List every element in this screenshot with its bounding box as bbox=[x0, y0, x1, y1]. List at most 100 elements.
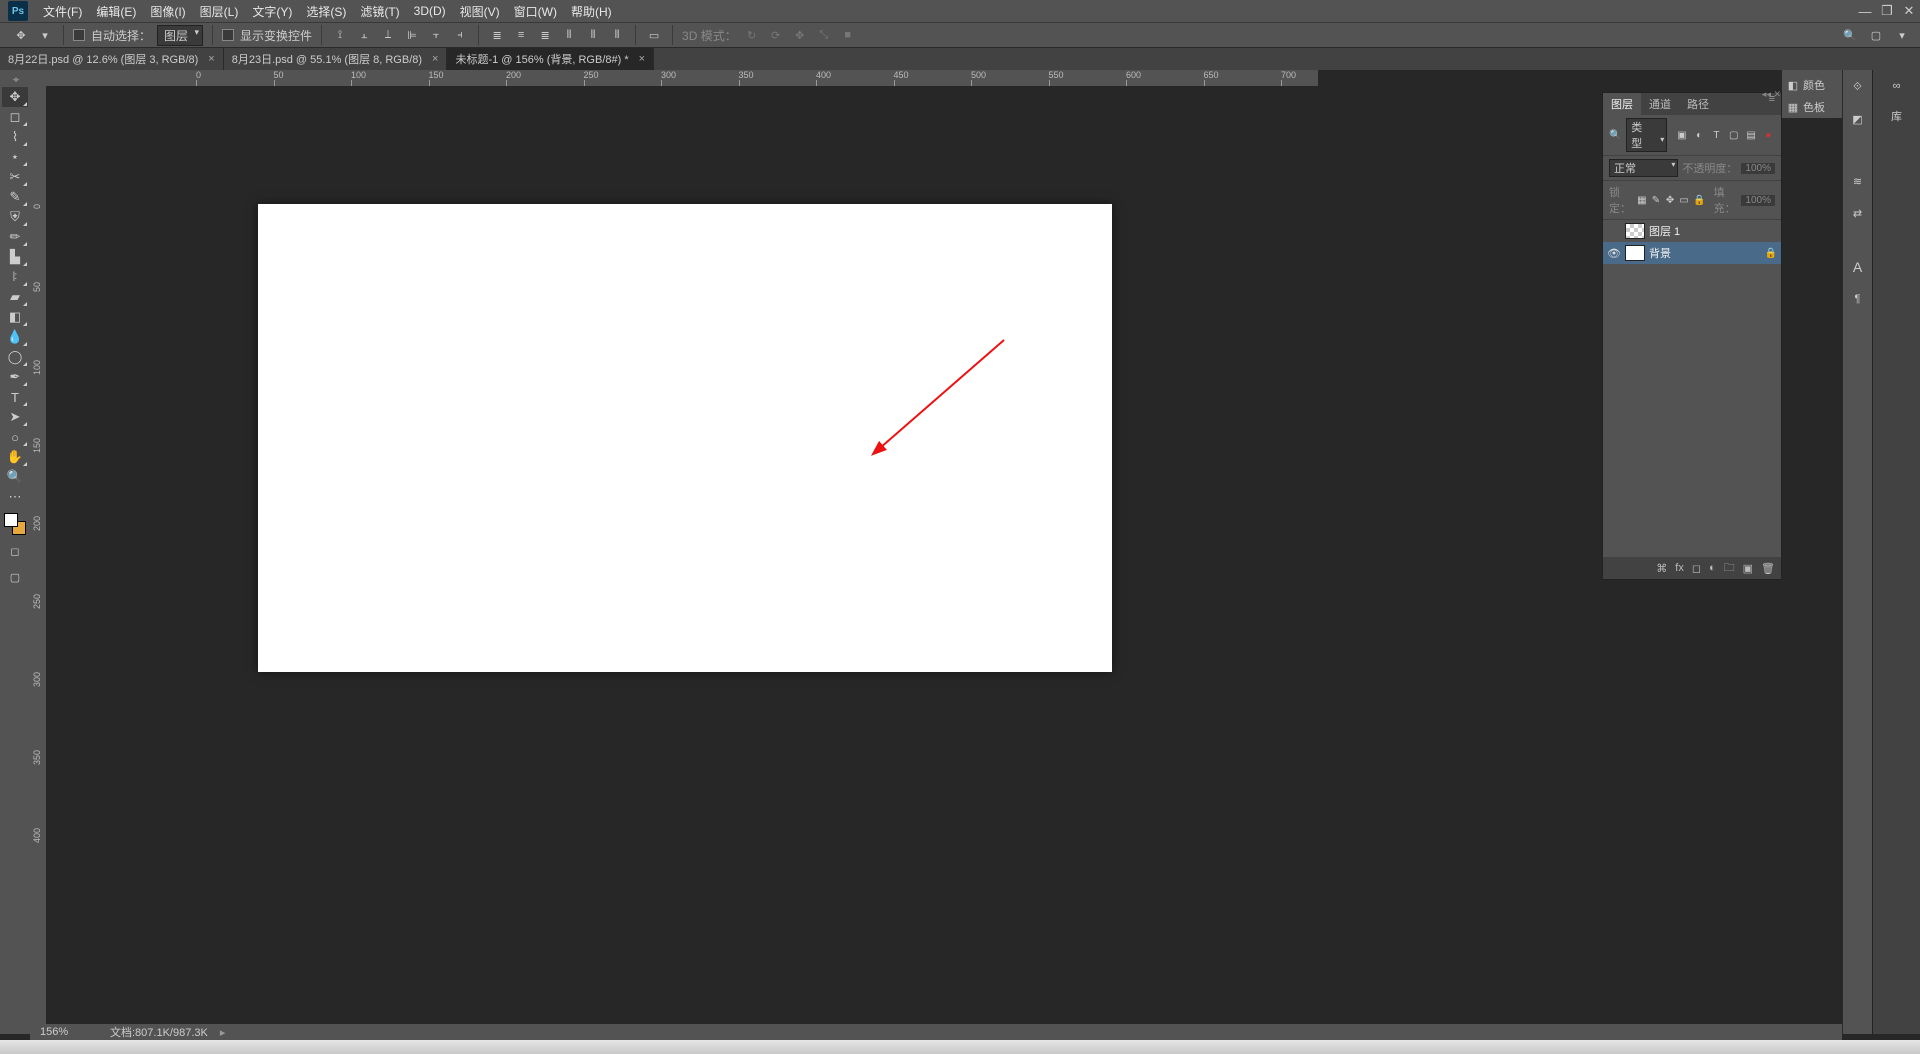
close-tab-icon[interactable]: × bbox=[639, 53, 645, 65]
history-brush-tool[interactable]: ꖎ bbox=[2, 267, 28, 287]
zoom-tool[interactable]: 🔍 bbox=[2, 467, 28, 487]
filter-text-icon[interactable]: T bbox=[1710, 128, 1723, 142]
tab-paths[interactable]: 路径 bbox=[1679, 93, 1717, 115]
minimize-icon[interactable]: — bbox=[1854, 0, 1876, 22]
menu-item[interactable]: 滤镜(T) bbox=[353, 0, 406, 22]
workspace-menu-icon[interactable]: ▾ bbox=[1892, 25, 1912, 45]
document-size[interactable]: 文档:807.1K/987.3K bbox=[90, 1024, 208, 1040]
tab-layers[interactable]: 图层 bbox=[1603, 93, 1641, 115]
layer-name[interactable]: 背景 bbox=[1649, 245, 1671, 261]
library-label[interactable]: 库 bbox=[1885, 106, 1909, 126]
text-tool[interactable]: T bbox=[2, 387, 28, 407]
gradient-tool[interactable]: ◧ bbox=[2, 307, 28, 327]
character-icon[interactable]: A bbox=[1847, 256, 1869, 278]
maximize-icon[interactable]: ❐ bbox=[1876, 0, 1898, 22]
layer-comps-icon[interactable]: ⇄ bbox=[1847, 202, 1869, 224]
document-tab[interactable]: 未标题-1 @ 156% (背景, RGB/8#) *× bbox=[447, 48, 654, 70]
menu-item[interactable]: 帮助(H) bbox=[564, 0, 619, 22]
align-hcenter-icon[interactable]: ⫟ bbox=[427, 26, 445, 44]
menu-item[interactable]: 文件(F) bbox=[36, 0, 89, 22]
panel-shortcut[interactable]: ◧颜色 bbox=[1782, 74, 1842, 96]
show-transform-checkbox[interactable] bbox=[222, 29, 234, 41]
visibility-icon[interactable]: 👁 bbox=[1607, 247, 1621, 260]
workspace-icon[interactable]: ▢ bbox=[1866, 25, 1886, 45]
search-icon[interactable]: 🔍 bbox=[1840, 25, 1860, 45]
menu-item[interactable]: 窗口(W) bbox=[507, 0, 564, 22]
layer-thumbnail[interactable] bbox=[1625, 245, 1645, 261]
close-icon[interactable]: ✕ bbox=[1898, 0, 1920, 22]
lock-artboard-icon[interactable]: ▭ bbox=[1679, 193, 1689, 207]
filter-shape-icon[interactable]: ▢ bbox=[1727, 128, 1740, 142]
auto-select-checkbox[interactable] bbox=[73, 29, 85, 41]
vertical-ruler[interactable]: 050100150200250300350400 bbox=[30, 86, 46, 1024]
color-swatches[interactable] bbox=[4, 513, 26, 535]
dodge-tool[interactable]: ◯ bbox=[2, 347, 28, 367]
eraser-tool[interactable]: ▰ bbox=[2, 287, 28, 307]
distribute-right-icon[interactable]: ⦀ bbox=[608, 26, 626, 44]
link-layers-icon[interactable]: ⌘ bbox=[1656, 562, 1667, 575]
panel-shortcut[interactable]: ▦色板 bbox=[1782, 96, 1842, 118]
pen-tool[interactable]: ✒ bbox=[2, 367, 28, 387]
filter-pixel-icon[interactable]: ▣ bbox=[1675, 128, 1688, 142]
filter-toggle-icon[interactable]: ● bbox=[1762, 128, 1775, 142]
clone-stamp-tool[interactable]: ▙ bbox=[2, 247, 28, 267]
filter-adjust-icon[interactable]: ◐ bbox=[1693, 128, 1706, 142]
quick-mask-icon[interactable]: ◻ bbox=[2, 541, 28, 561]
adjustments-icon[interactable]: ⟐ bbox=[1847, 76, 1869, 98]
lock-trans-icon[interactable]: ▦ bbox=[1637, 193, 1647, 207]
screen-mode-icon[interactable]: ▢ bbox=[2, 567, 28, 587]
menu-item[interactable]: 图层(L) bbox=[193, 0, 246, 22]
document-canvas[interactable] bbox=[258, 204, 1112, 672]
menu-item[interactable]: 视图(V) bbox=[453, 0, 507, 22]
marquee-tool[interactable]: ◻ bbox=[2, 107, 28, 127]
align-top-icon[interactable]: ⟟ bbox=[331, 26, 349, 44]
document-tab[interactable]: 8月23日.psd @ 55.1% (图层 8, RGB/8)× bbox=[224, 48, 448, 70]
zoom-level[interactable]: 156% bbox=[30, 1026, 90, 1038]
distribute-left-icon[interactable]: ⦀ bbox=[560, 26, 578, 44]
lasso-tool[interactable]: ⌇ bbox=[2, 127, 28, 147]
tab-channels[interactable]: 通道 bbox=[1641, 93, 1679, 115]
blur-tool[interactable]: 💧 bbox=[2, 327, 28, 347]
canvas-stage[interactable] bbox=[46, 86, 1318, 1024]
styles-icon[interactable]: ◩ bbox=[1847, 108, 1869, 130]
layer-row[interactable]: 👁背景🔒 bbox=[1603, 242, 1781, 264]
mask-icon[interactable]: ◻ bbox=[1692, 562, 1701, 575]
menu-item[interactable]: 文字(Y) bbox=[245, 0, 299, 22]
fx-icon[interactable]: fx bbox=[1675, 562, 1684, 574]
paragraph-icon[interactable]: ¶ bbox=[1847, 288, 1869, 310]
close-tab-icon[interactable]: × bbox=[208, 53, 214, 65]
magic-wand-tool[interactable]: ⋆ bbox=[2, 147, 28, 167]
status-menu-icon[interactable]: ▸ bbox=[220, 1026, 226, 1039]
distribute-hcenter-icon[interactable]: ⦀ bbox=[584, 26, 602, 44]
lock-pos-icon[interactable]: ✥ bbox=[1665, 193, 1675, 207]
layer-thumbnail[interactable] bbox=[1625, 223, 1645, 239]
panel-collapse-icon[interactable]: ◂◂ ✕ bbox=[1762, 89, 1781, 100]
distribute-vcenter-icon[interactable]: ≡ bbox=[512, 26, 530, 44]
edit-toolbar-icon[interactable]: ⋯ bbox=[2, 487, 28, 507]
shape-tool[interactable]: ○ bbox=[2, 427, 28, 447]
crop-tool[interactable]: ✂ bbox=[2, 167, 28, 187]
eyedropper-tool[interactable]: ✎ bbox=[2, 187, 28, 207]
menu-item[interactable]: 编辑(E) bbox=[89, 0, 143, 22]
distribute-bottom-icon[interactable]: ≣ bbox=[536, 26, 554, 44]
foreground-color-swatch[interactable] bbox=[4, 513, 18, 527]
filter-kind-dropdown[interactable]: 类型 bbox=[1626, 118, 1667, 152]
align-bottom-icon[interactable]: ⟘ bbox=[379, 26, 397, 44]
align-vcenter-icon[interactable]: ⫠ bbox=[355, 26, 373, 44]
fill-value[interactable]: 100% bbox=[1741, 195, 1775, 206]
lock-paint-icon[interactable]: ✎ bbox=[1651, 193, 1661, 207]
close-tab-icon[interactable]: × bbox=[432, 53, 438, 65]
layer-row[interactable]: 图层 1 bbox=[1603, 220, 1781, 242]
search-layers-icon[interactable]: 🔍 bbox=[1609, 128, 1622, 142]
dropdown-icon[interactable]: ▾ bbox=[36, 26, 54, 44]
auto-select-dropdown[interactable]: 图层 bbox=[157, 25, 203, 46]
group-icon[interactable]: 🗀 bbox=[1724, 559, 1735, 578]
align-left-icon[interactable]: ⊫ bbox=[403, 26, 421, 44]
document-tab[interactable]: 8月22日.psd @ 12.6% (图层 3, RGB/8)× bbox=[0, 48, 224, 70]
align-right-icon[interactable]: ⫞ bbox=[451, 26, 469, 44]
toolbox-handle-icon[interactable]: ◂▸ bbox=[12, 74, 17, 85]
blend-mode-dropdown[interactable]: 正常 bbox=[1609, 159, 1678, 177]
menu-item[interactable]: 图像(I) bbox=[143, 0, 192, 22]
new-layer-icon[interactable]: ▣ bbox=[1743, 562, 1753, 575]
layer-name[interactable]: 图层 1 bbox=[1649, 223, 1680, 239]
